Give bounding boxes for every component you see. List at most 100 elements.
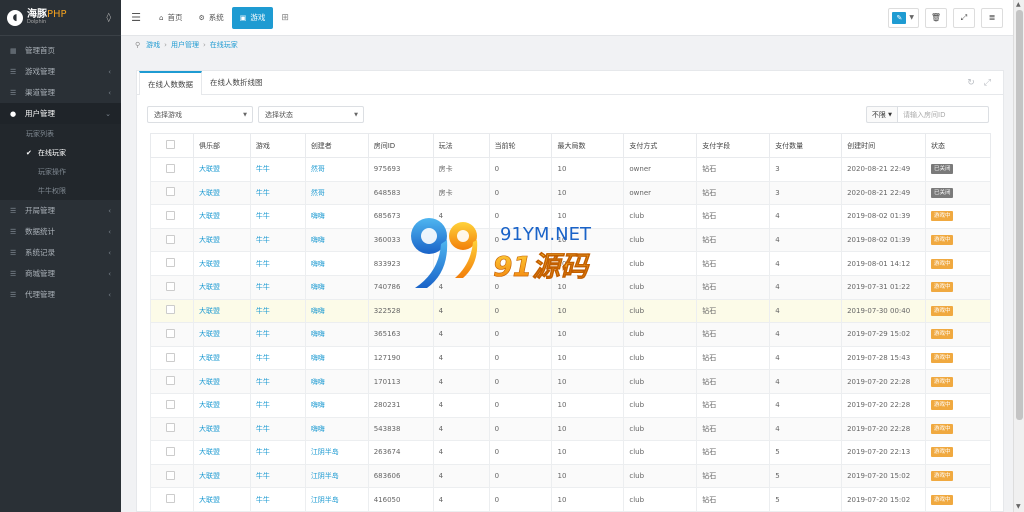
sidebar-item-home[interactable]: ▦ 管理首页: [0, 40, 121, 61]
breadcrumb-item[interactable]: 在线玩家: [210, 40, 238, 50]
row-checkbox[interactable]: [166, 399, 175, 409]
cell-creator[interactable]: 江阴半岛: [304, 487, 369, 512]
cell-creator[interactable]: 江阴半岛: [304, 440, 369, 465]
apps-grid-icon[interactable]: ⊞: [281, 13, 289, 23]
cell-game[interactable]: 牛牛: [249, 392, 306, 418]
table-row[interactable]: 大联盟 牛牛 嗨嗨 127190 4 0 10 club 钻石 4 2019-07-28 15:43…: [150, 345, 992, 371]
sidebar-subitem-niuniu-perm[interactable]: 牛牛权限: [0, 181, 121, 200]
table-row[interactable]: 大联盟 牛牛 嗨嗨 170113 4 0 10 club 钻石 4 2019-07-20 22:28…: [150, 369, 992, 394]
sidebar-subitem-online-players[interactable]: ✔ 在线玩家: [0, 143, 121, 162]
row-checkbox[interactable]: [166, 305, 175, 315]
maximize-icon[interactable]: ⤢: [984, 78, 991, 88]
row-checkbox[interactable]: [166, 258, 175, 268]
scroll-up-icon[interactable]: ▲: [1016, 1, 1021, 8]
breadcrumb-item[interactable]: 游戏: [146, 40, 160, 50]
cell-game[interactable]: 牛牛: [249, 298, 306, 324]
breadcrumb-item[interactable]: 用户管理: [171, 40, 199, 50]
cell-club[interactable]: 大联盟: [192, 322, 251, 347]
row-checkbox[interactable]: [166, 352, 175, 362]
game-select[interactable]: 选择游戏 ▼: [147, 106, 253, 123]
table-row[interactable]: 大联盟 牛牛 然哥 648583 房卡 0 10 owner 钻石 3 2020-08-21 22:…: [150, 180, 992, 206]
refresh-icon[interactable]: ↻: [967, 78, 975, 88]
tab-online-data[interactable]: 在线人数数据: [139, 71, 202, 95]
status-select[interactable]: 选择状态 ▼: [258, 106, 364, 123]
cell-creator[interactable]: 嗨嗨: [304, 345, 369, 371]
col-header-pay-amount[interactable]: 支付数量: [769, 133, 843, 158]
cell-creator[interactable]: 然哥: [304, 157, 369, 182]
cell-club[interactable]: 大联盟: [192, 157, 251, 182]
sidebar-item-users[interactable]: ● 用户管理 ⌄: [0, 103, 121, 124]
col-header-mode[interactable]: 玩法: [432, 133, 490, 158]
table-row[interactable]: 大联盟 牛牛 江阴半岛 263674 4 0 10 club 钻石 5 2019-07-20 22:…: [150, 440, 992, 465]
sidebar-item-shop[interactable]: ☰ 商城管理 ‹: [0, 263, 121, 284]
table-row[interactable]: 大联盟 牛牛 嗨嗨 322528 4 0 10 club 钻石 4 2019-07-30 00:40…: [150, 298, 992, 324]
row-checkbox[interactable]: [166, 163, 175, 173]
row-checkbox[interactable]: [166, 234, 175, 244]
col-header-pay-field[interactable]: 支付字段: [696, 133, 771, 158]
cell-club[interactable]: 大联盟: [192, 204, 251, 229]
row-checkbox[interactable]: [166, 494, 175, 504]
tab-system[interactable]: ⚙ 系统: [190, 7, 231, 29]
sidebar-item-channels[interactable]: ☰ 渠道管理 ‹: [0, 82, 121, 103]
scrollbar-thumb[interactable]: [1016, 10, 1023, 420]
clear-cache-button[interactable]: 🗑: [925, 7, 947, 28]
cell-club[interactable]: 大联盟: [192, 298, 251, 324]
tab-games[interactable]: ▣ 游戏: [231, 6, 274, 29]
sidebar-item-open-games[interactable]: ☰ 开局管理 ‹: [0, 200, 121, 221]
fullscreen-button[interactable]: ⤢: [953, 7, 975, 28]
cell-game[interactable]: 牛牛: [249, 322, 306, 347]
table-row[interactable]: 大联盟 牛牛 然哥 975693 房卡 0 10 owner 钻石 3 2020-08-21 22:…: [150, 157, 992, 182]
cell-club[interactable]: 大联盟: [192, 392, 251, 418]
col-header-created-at[interactable]: 创建时间: [841, 133, 926, 158]
row-checkbox[interactable]: [166, 187, 175, 197]
col-header-room-id[interactable]: 房间ID: [367, 133, 434, 158]
cell-club[interactable]: 大联盟: [192, 369, 251, 394]
row-checkbox[interactable]: [166, 210, 175, 220]
cell-creator[interactable]: 嗨嗨: [304, 298, 369, 324]
col-header-game[interactable]: 游戏: [249, 133, 306, 158]
cell-club[interactable]: 大联盟: [192, 487, 251, 512]
cell-game[interactable]: 牛牛: [249, 487, 306, 512]
cell-creator[interactable]: 嗨嗨: [304, 251, 369, 276]
cell-game[interactable]: 牛牛: [249, 416, 306, 442]
cell-creator[interactable]: 然哥: [304, 180, 369, 206]
row-checkbox[interactable]: [166, 423, 175, 433]
table-row[interactable]: 大联盟 牛牛 江阴半岛 683606 4 0 10 club 钻石 5 2019-07-20 15:…: [150, 463, 992, 489]
row-checkbox[interactable]: [166, 376, 175, 386]
sidebar-item-stats[interactable]: ☰ 数据统计 ‹: [0, 221, 121, 242]
col-header-pay-method[interactable]: 支付方式: [623, 133, 698, 158]
cell-club[interactable]: 大联盟: [192, 227, 251, 253]
cell-game[interactable]: 牛牛: [249, 463, 306, 489]
room-id-search-input[interactable]: [897, 106, 989, 123]
table-row[interactable]: 大联盟 牛牛 嗨嗨 365163 4 0 10 club 钻石 4 2019-07-29 15:02…: [150, 322, 992, 347]
cell-creator[interactable]: 嗨嗨: [304, 322, 369, 347]
drop-icon[interactable]: ◊: [107, 13, 111, 23]
search-scope-button[interactable]: 不限 ▼: [865, 106, 897, 123]
cell-creator[interactable]: 嗨嗨: [304, 369, 369, 394]
logo[interactable]: ◖ 海豚PHP Dolphin ◊: [0, 0, 121, 36]
cell-game[interactable]: 牛牛: [249, 274, 306, 300]
page-scrollbar[interactable]: ▲ ▼: [1013, 0, 1024, 512]
sidebar-subitem-player-list[interactable]: 玩家列表: [0, 124, 121, 143]
cell-game[interactable]: 牛牛: [249, 369, 306, 394]
cell-creator[interactable]: 嗨嗨: [304, 204, 369, 229]
cell-club[interactable]: 大联盟: [192, 440, 251, 465]
col-header-current-round[interactable]: 当前轮: [488, 133, 553, 158]
cell-game[interactable]: 牛牛: [249, 204, 306, 229]
cell-club[interactable]: 大联盟: [192, 463, 251, 489]
table-row[interactable]: 大联盟 牛牛 嗨嗨 543838 4 0 10 club 钻石 4 2019-07-20 22:28…: [150, 416, 992, 442]
cell-club[interactable]: 大联盟: [192, 345, 251, 371]
cell-creator[interactable]: 嗨嗨: [304, 392, 369, 418]
row-checkbox[interactable]: [166, 281, 175, 291]
sidebar-item-agents[interactable]: ☰ 代理管理 ‹: [0, 284, 121, 305]
col-header-status[interactable]: 状态: [924, 133, 992, 158]
cell-creator[interactable]: 嗨嗨: [304, 416, 369, 442]
scroll-down-icon[interactable]: ▼: [1016, 503, 1021, 510]
theme-button[interactable]: ✎ ▼: [888, 7, 919, 28]
cell-creator[interactable]: 嗨嗨: [304, 227, 369, 253]
cell-creator[interactable]: 江阴半岛: [304, 463, 369, 489]
more-button[interactable]: ≣: [981, 7, 1003, 28]
col-header-creator[interactable]: 创建者: [304, 133, 369, 158]
cell-game[interactable]: 牛牛: [249, 251, 306, 276]
cell-game[interactable]: 牛牛: [249, 227, 306, 253]
